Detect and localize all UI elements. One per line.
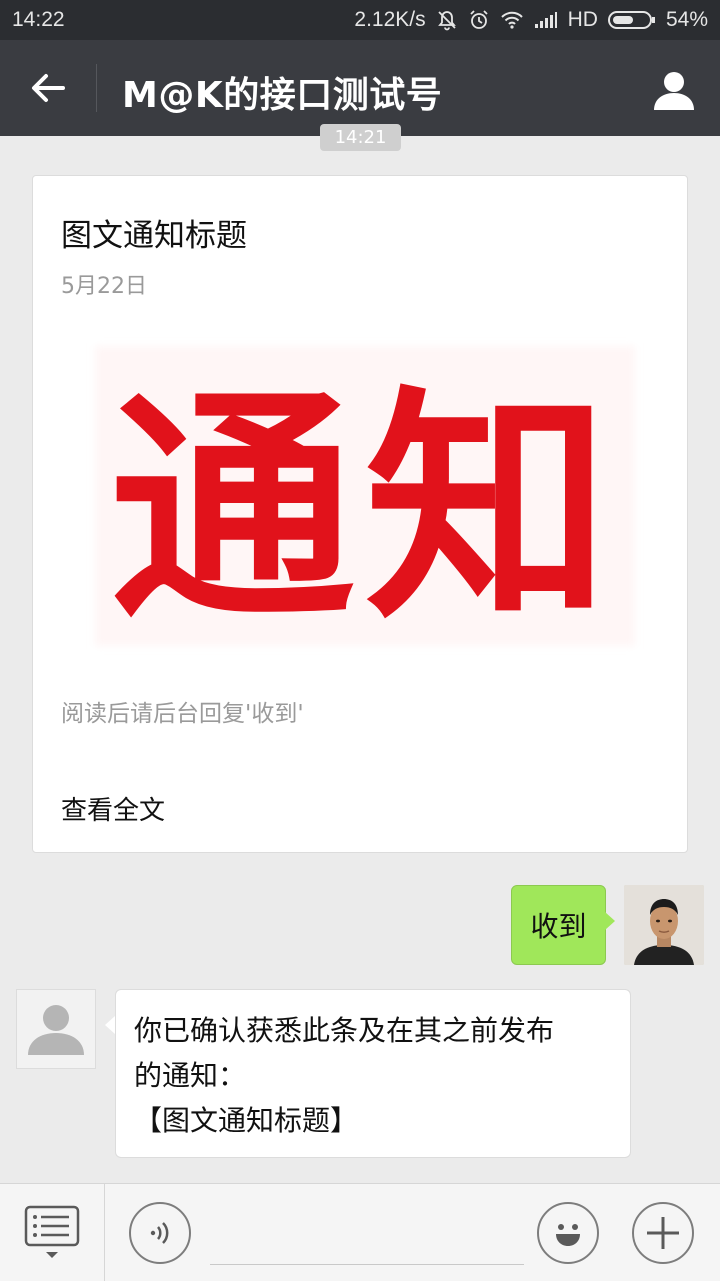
network-speed: 2.12K/s [354,8,426,31]
battery-icon [607,10,656,30]
bubble-tail [105,1016,115,1034]
user-icon [654,72,694,110]
status-indicators: 2.12K/s HD 54% [354,8,708,32]
bubble-tail [605,912,615,930]
article-date: 5月22日 [61,274,147,299]
official-account-avatar[interactable] [16,989,96,1069]
menu-toggle-button[interactable] [0,1184,105,1281]
article-cover-image: 通知 [85,326,645,666]
message-input[interactable] [210,1206,524,1265]
back-button[interactable] [18,60,78,116]
header-divider [96,64,97,112]
cover-image-text: 通知 [110,367,620,652]
mute-icon [436,9,458,31]
signal-icon [534,11,558,29]
plus-icon [647,1217,679,1249]
page-title: M@K的接口测试号 [122,75,443,116]
default-user-icon [28,1005,84,1055]
emoji-icon [556,1224,580,1246]
menu-list-icon [24,1205,80,1258]
article-summary: 阅读后请后台回复'收到' [61,701,304,727]
read-full-article-link[interactable]: 查看全文 [61,790,165,827]
input-toolbar [0,1183,720,1281]
card-divider [33,756,687,757]
arrow-left-icon [32,74,65,102]
outgoing-message-bubble[interactable]: 收到 [511,885,606,965]
outgoing-message-text: 收到 [530,910,587,943]
network-type: HD [567,8,598,31]
incoming-message-line: 【图文通知标题】 [134,1104,359,1137]
voice-icon [150,1222,169,1244]
wifi-icon [500,10,524,30]
incoming-message-bubble[interactable]: 你已确认获悉此条及在其之前发布 的通知： 【图文通知标题】 [115,989,631,1158]
chat-header: M@K的接口测试号 [0,40,720,136]
battery-level: 54% [665,8,708,31]
profile-button[interactable] [646,62,702,118]
emoji-button[interactable] [537,1202,599,1264]
status-time: 14:22 [12,8,65,31]
incoming-message-line: 你已确认获悉此条及在其之前发布 [134,1014,555,1047]
more-actions-button[interactable] [632,1202,694,1264]
alarm-icon [468,9,490,31]
article-card[interactable]: 图文通知标题 5月22日 通知 阅读后请后台回复'收到' 查看全文 [32,175,688,853]
voice-button[interactable] [129,1202,191,1264]
article-title: 图文通知标题 [61,218,247,254]
message-timestamp: 14:21 [320,124,401,151]
status-bar: 14:22 2.12K/s HD 54% [0,0,720,40]
incoming-message-line: 的通知： [134,1059,247,1092]
user-avatar[interactable] [624,885,704,965]
